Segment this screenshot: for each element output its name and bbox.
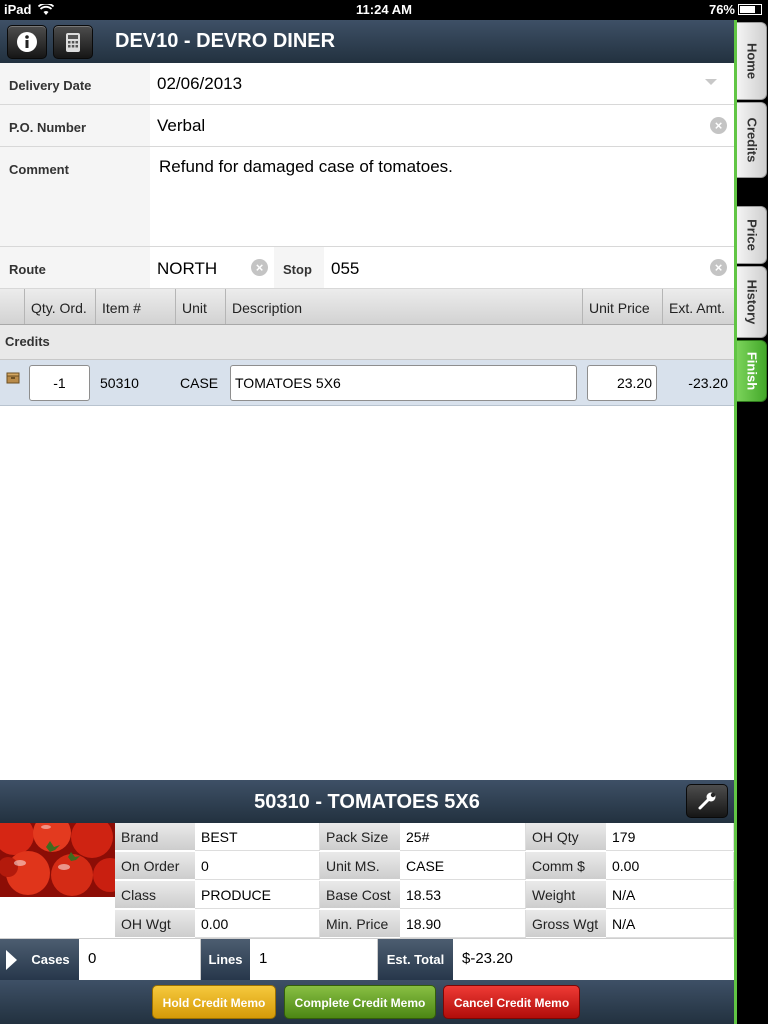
min-price-label: Min. Price [320, 910, 400, 938]
action-bar: Hold Credit Memo Complete Credit Memo Ca… [0, 980, 734, 1024]
complete-credit-memo-button[interactable]: Complete Credit Memo [284, 985, 436, 1019]
expand-play-icon[interactable] [0, 939, 22, 981]
on-order-value: 0 [195, 852, 320, 880]
oh-wgt-value: 0.00 [195, 910, 320, 938]
comm-label: Comm $ [526, 852, 606, 880]
class-value: PRODUCE [195, 881, 320, 909]
header-bar: DEV10 - DEVRO DINER [0, 20, 734, 63]
item-detail-bar: 50310 - TOMATOES 5X6 [0, 780, 734, 823]
clear-po-icon[interactable]: × [710, 117, 727, 134]
weight-value: N/A [606, 881, 734, 909]
comment-label: Comment [9, 162, 69, 177]
description-input[interactable]: TOMATOES 5X6 [230, 365, 577, 401]
po-number-label: P.O. Number [9, 120, 87, 135]
lines-value: 1 [250, 939, 378, 981]
unit-ms-label: Unit MS. [320, 852, 400, 880]
stop-field[interactable]: 055 [331, 259, 359, 279]
cancel-credit-memo-button[interactable]: Cancel Credit Memo [443, 985, 580, 1019]
dropdown-arrow-icon[interactable] [705, 79, 717, 85]
stop-label: Stop [283, 262, 312, 277]
col-qty-ord[interactable]: Qty. Ord. [24, 289, 95, 324]
unit-price-input[interactable]: 23.20 [587, 365, 657, 401]
hold-credit-memo-button[interactable]: Hold Credit Memo [152, 985, 276, 1019]
box-icon[interactable] [6, 372, 20, 384]
on-order-label: On Order [115, 852, 195, 880]
pack-size-label: Pack Size [320, 823, 400, 851]
summary-bar: Cases 0 Lines 1 Est. Total $-23.20 [0, 938, 734, 981]
gross-wgt-value: N/A [606, 910, 734, 938]
clear-stop-icon[interactable]: × [710, 259, 727, 276]
oh-wgt-label: OH Wgt [115, 910, 195, 938]
col-item-num[interactable]: Item # [95, 289, 175, 324]
cases-value: 0 [79, 939, 201, 981]
tab-credits[interactable]: Credits [737, 102, 767, 178]
wrench-icon [698, 792, 716, 810]
clock: 11:24 AM [356, 2, 412, 17]
clear-route-icon[interactable]: × [251, 259, 268, 276]
base-cost-value: 18.53 [400, 881, 526, 909]
route-field[interactable]: NORTH [157, 259, 217, 279]
route-row: Route NORTH × Stop 055 × [0, 247, 734, 289]
oh-qty-label: OH Qty [526, 823, 606, 851]
item-detail-grid: Brand BEST On Order 0 Class PRODUCE OH W… [115, 823, 734, 938]
base-cost-label: Base Cost [320, 881, 400, 909]
info-button[interactable] [7, 25, 47, 59]
info-icon [17, 32, 37, 52]
table-header: Qty. Ord. Item # Unit Description Unit P… [0, 289, 734, 325]
brand-value: BEST [195, 823, 320, 851]
po-number-row: P.O. Number Verbal × [0, 105, 734, 147]
ext-amount: -23.20 [688, 375, 728, 391]
lines-label: Lines [201, 939, 250, 981]
settings-button[interactable] [686, 784, 728, 818]
min-price-value: 18.90 [400, 910, 526, 938]
cases-label: Cases [22, 939, 79, 981]
delivery-date-label: Delivery Date [9, 78, 92, 93]
class-label: Class [115, 881, 195, 909]
item-unit: CASE [180, 375, 219, 391]
comment-field[interactable]: Refund for damaged case of tomatoes. [159, 157, 453, 177]
calculator-icon [66, 33, 80, 52]
calculator-button[interactable] [53, 25, 93, 59]
customer-title: DEV10 - DEVRO DINER [115, 30, 336, 52]
delivery-date-row: Delivery Date 02/06/2013 [0, 63, 734, 105]
oh-qty-value: 179 [606, 823, 734, 851]
est-total-value: $-23.20 [453, 939, 734, 981]
item-number: 50310 [100, 375, 139, 391]
tab-history[interactable]: History [737, 266, 767, 338]
unit-ms-value: CASE [400, 852, 526, 880]
gross-wgt-label: Gross Wgt [526, 910, 606, 938]
po-number-field[interactable]: Verbal [157, 116, 205, 136]
item-detail-title: 50310 - TOMATOES 5X6 [254, 791, 480, 813]
brand-label: Brand [115, 823, 195, 851]
delivery-date-field[interactable]: 02/06/2013 [157, 74, 242, 94]
battery-icon [738, 4, 762, 15]
col-ext-amt[interactable]: Ext. Amt. [662, 289, 734, 324]
product-image [0, 823, 115, 897]
table-row[interactable]: -1 50310 CASE TOMATOES 5X6 23.20 -23.20 [0, 360, 734, 406]
status-bar: iPad 11:24 AM 76% [0, 0, 768, 20]
qty-input[interactable]: -1 [29, 365, 90, 401]
tab-home[interactable]: Home [737, 22, 767, 100]
comm-value: 0.00 [606, 852, 734, 880]
col-unit-price[interactable]: Unit Price [582, 289, 662, 324]
weight-label: Weight [526, 881, 606, 909]
col-description[interactable]: Description [225, 289, 582, 324]
col-unit[interactable]: Unit [175, 289, 225, 324]
comment-row: Comment Refund for damaged case of tomat… [0, 147, 734, 247]
main-panel: DEV10 - DEVRO DINER Delivery Date 02/06/… [0, 20, 734, 1024]
pack-size-value: 25# [400, 823, 526, 851]
tab-finish[interactable]: Finish [737, 340, 767, 402]
credits-group-label: Credits [5, 334, 50, 349]
route-label: Route [9, 262, 46, 277]
battery-indicator: 76% [709, 2, 762, 17]
tab-price[interactable]: Price [737, 206, 767, 264]
credits-group-row: Credits [0, 325, 734, 360]
est-total-label: Est. Total [378, 939, 453, 981]
